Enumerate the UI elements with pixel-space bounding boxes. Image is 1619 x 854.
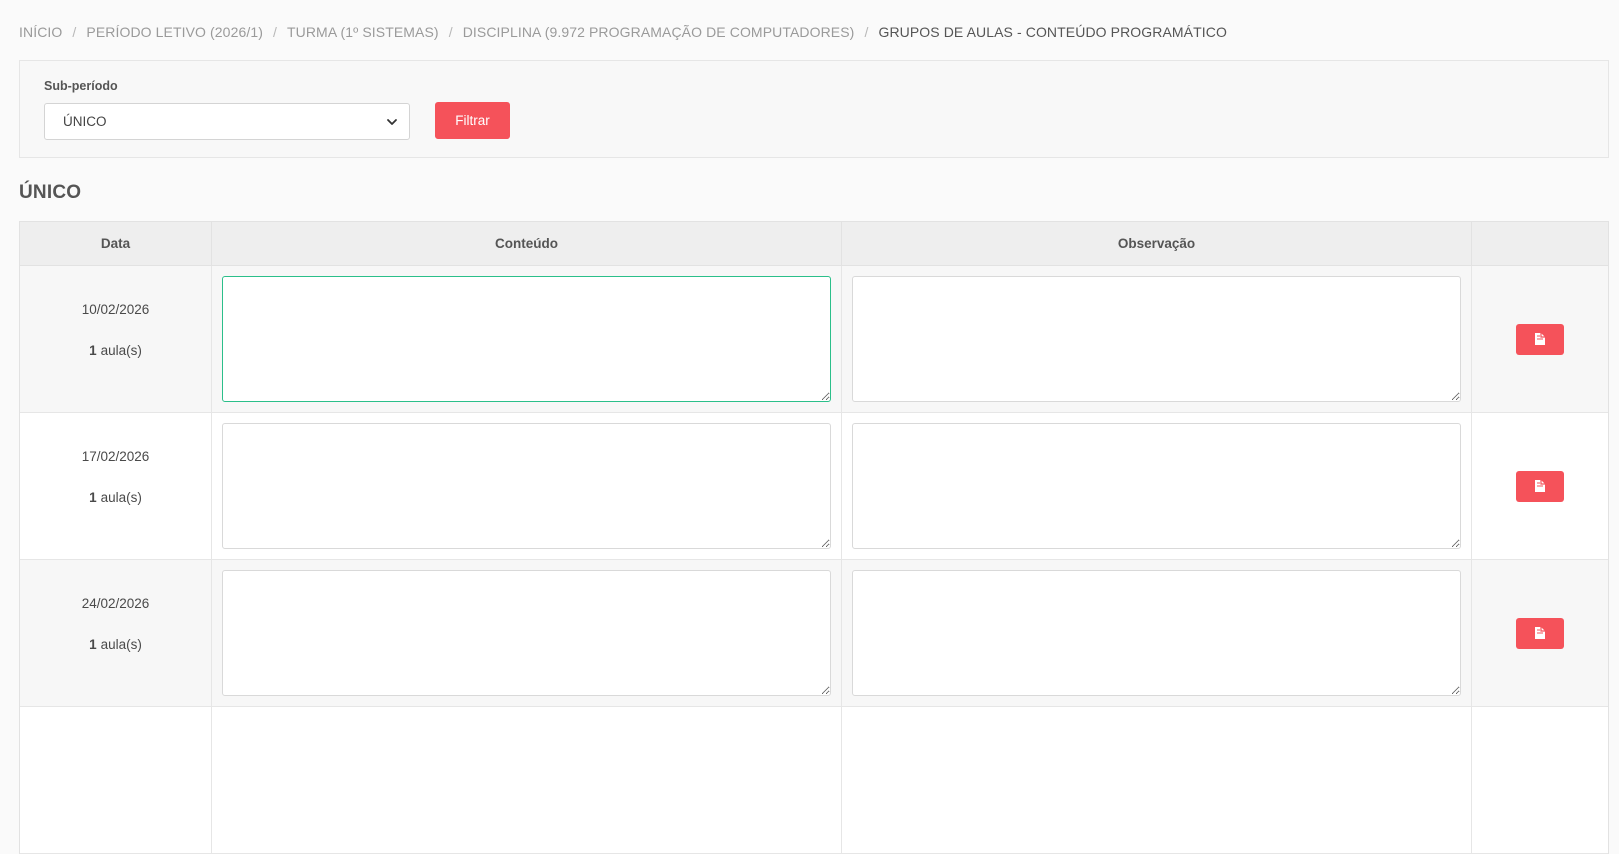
content-cell	[212, 413, 842, 559]
table-row: 10/02/2026 1 aula(s)	[20, 266, 1608, 413]
lesson-count-suffix: aula(s)	[100, 343, 142, 358]
content-textarea[interactable]	[222, 276, 831, 402]
breadcrumb-item-periodo-letivo[interactable]: PERÍODO LETIVO (2026/1)	[86, 24, 263, 40]
observation-cell	[842, 413, 1472, 559]
lesson-count-suffix: aula(s)	[100, 637, 142, 652]
date-cell: 24/02/2026 1 aula(s)	[20, 560, 212, 706]
breadcrumb-separator: /	[72, 24, 77, 40]
breadcrumb: INÍCIO / PERÍODO LETIVO (2026/1) / TURMA…	[19, 24, 1227, 40]
chevron-down-icon	[387, 118, 397, 125]
breadcrumb-item-current: GRUPOS DE AULAS - CONTEÚDO PROGRAMÁTICO	[878, 24, 1227, 40]
content-cell	[212, 266, 842, 412]
table-header: Data Conteúdo Observação	[20, 222, 1608, 266]
lesson-count-number: 1	[89, 490, 97, 505]
content-cell	[212, 560, 842, 706]
table-row: 24/02/2026 1 aula(s)	[20, 560, 1608, 707]
observation-cell	[842, 266, 1472, 412]
observation-textarea[interactable]	[852, 423, 1461, 549]
date-cell: 10/02/2026 1 aula(s)	[20, 266, 212, 412]
document-button[interactable]	[1516, 323, 1564, 355]
header-actions	[1472, 222, 1608, 265]
observation-cell	[842, 560, 1472, 706]
section-title: ÚNICO	[19, 182, 82, 203]
breadcrumb-separator: /	[448, 24, 453, 40]
breadcrumb-separator: /	[864, 24, 869, 40]
breadcrumb-item-turma[interactable]: TURMA (1º SISTEMAS)	[287, 24, 439, 40]
lesson-count: 1 aula(s)	[89, 490, 142, 505]
lesson-count-number: 1	[89, 343, 97, 358]
observation-textarea[interactable]	[852, 570, 1461, 696]
lesson-count: 1 aula(s)	[89, 637, 142, 652]
actions-cell	[1472, 266, 1608, 412]
document-button[interactable]	[1516, 470, 1564, 502]
date-cell: 17/02/2026 1 aula(s)	[20, 413, 212, 559]
filter-panel: Sub-período ÚNICO Filtrar	[19, 60, 1609, 158]
lesson-count-suffix: aula(s)	[100, 490, 142, 505]
content-textarea[interactable]	[222, 423, 831, 549]
breadcrumb-separator: /	[272, 24, 277, 40]
observation-textarea[interactable]	[852, 276, 1461, 402]
lesson-date: 17/02/2026	[81, 449, 150, 464]
actions-cell	[1472, 560, 1608, 706]
header-date: Data	[20, 222, 212, 265]
content-textarea[interactable]	[222, 570, 831, 696]
header-observation: Observação	[842, 222, 1472, 265]
document-button[interactable]	[1516, 617, 1564, 649]
subperiod-label: Sub-período	[44, 79, 118, 93]
lesson-date: 24/02/2026	[81, 596, 150, 611]
lesson-count-number: 1	[89, 637, 97, 652]
table-row	[20, 707, 1608, 854]
subperiod-selected-value: ÚNICO	[63, 114, 107, 129]
document-icon	[1535, 333, 1545, 345]
document-icon	[1535, 627, 1545, 639]
breadcrumb-item-inicio[interactable]: INÍCIO	[19, 24, 62, 40]
breadcrumb-item-disciplina[interactable]: DISCIPLINA (9.972 PROGRAMAÇÃO DE COMPUTA…	[463, 24, 855, 40]
lesson-date: 10/02/2026	[81, 302, 150, 317]
lessons-table: Data Conteúdo Observação 10/02/2026 1 aul…	[19, 221, 1609, 854]
lesson-count: 1 aula(s)	[89, 343, 142, 358]
filter-button[interactable]: Filtrar	[435, 102, 510, 139]
header-content: Conteúdo	[212, 222, 842, 265]
subperiod-select[interactable]: ÚNICO	[44, 103, 410, 140]
table-row: 17/02/2026 1 aula(s)	[20, 413, 1608, 560]
document-icon	[1535, 480, 1545, 492]
actions-cell	[1472, 413, 1608, 559]
